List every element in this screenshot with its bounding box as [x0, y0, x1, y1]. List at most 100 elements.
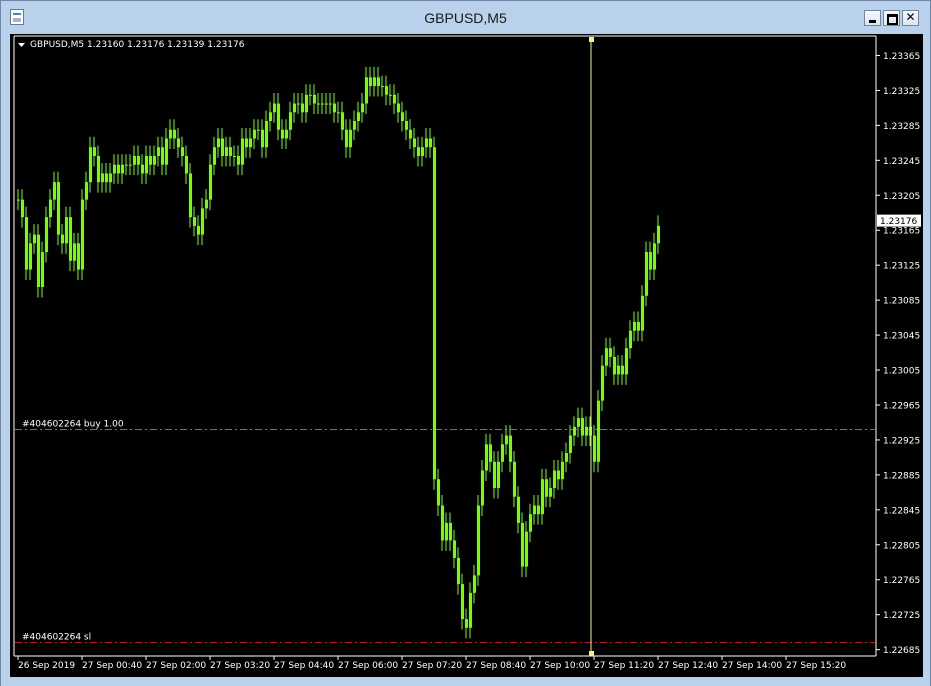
candle-body [41, 252, 44, 288]
chart-header-text: GBPUSD,M5 1.23160 1.23176 1.23139 1.2317… [30, 40, 245, 50]
candle-body [257, 129, 260, 131]
time-tick-label: 26 Sep 2019 [18, 661, 75, 671]
candle-body [301, 103, 304, 113]
candle-body [105, 173, 108, 183]
candle-body [253, 129, 256, 139]
candle-body [657, 225, 660, 244]
candle-body [209, 164, 212, 200]
candle-body [233, 155, 236, 157]
candle-body [197, 225, 200, 235]
maximize-button[interactable] [883, 10, 900, 26]
candle-body [453, 540, 456, 558]
close-button[interactable] [902, 10, 919, 26]
price-tick-label: 1.22925 [883, 436, 920, 446]
candle-body [417, 147, 420, 156]
candle-body [425, 138, 428, 148]
candle-body [497, 461, 500, 488]
candle-body [649, 252, 652, 270]
minimize-button[interactable] [864, 10, 881, 26]
time-tick-label: 27 Sep 00:40 [82, 661, 142, 671]
candle-body [49, 199, 52, 218]
candle-body [241, 138, 244, 165]
candle-body [393, 94, 396, 104]
candle-body [117, 164, 120, 174]
candle-body [81, 199, 84, 270]
candle-body [189, 173, 192, 218]
candle-body [205, 199, 208, 209]
price-tick-label: 1.22725 [883, 611, 920, 621]
candle-body [501, 444, 504, 462]
candle-body [549, 487, 552, 497]
candle-body [517, 496, 520, 523]
candle-body [653, 243, 656, 270]
candle-body [445, 522, 448, 541]
price-chart[interactable]: GBPUSD,M5 1.23160 1.23176 1.23139 1.2317… [10, 34, 923, 677]
time-tick-label: 27 Sep 14:00 [722, 661, 782, 671]
candle-body [161, 147, 164, 165]
candle-body [153, 155, 156, 165]
candle-body [541, 479, 544, 515]
crosshair-top-handle[interactable] [589, 37, 594, 42]
candle-body [133, 155, 136, 165]
candle-body [193, 217, 196, 226]
candle-body [465, 619, 468, 628]
window-bottom-border [1, 677, 930, 686]
candle-body [485, 444, 488, 471]
candle-body [305, 94, 308, 113]
price-tick-label: 1.22805 [883, 541, 920, 551]
price-tick-label: 1.22965 [883, 401, 920, 411]
candle-body [581, 418, 584, 436]
candle-body [521, 522, 524, 567]
candle-body [641, 295, 644, 331]
candle-body [333, 103, 336, 113]
candle-body [25, 217, 28, 270]
candle-body [565, 453, 568, 462]
candle-body [469, 592, 472, 628]
current-price-label: 1.23176 [880, 217, 917, 227]
candle-body [389, 94, 392, 96]
candle-body [293, 103, 296, 113]
candle-body [297, 103, 300, 105]
time-tick-label: 27 Sep 10:00 [530, 661, 590, 671]
candle-body [433, 147, 436, 480]
candle-body [45, 217, 48, 253]
candle-body [409, 129, 412, 139]
candle-body [21, 199, 24, 218]
candle-body [221, 138, 224, 156]
candle-body [481, 470, 484, 506]
candle-body [613, 356, 616, 375]
time-tick-label: 27 Sep 12:40 [658, 661, 718, 671]
candle-body [605, 348, 608, 366]
price-tick-label: 1.23045 [883, 332, 920, 342]
title-bar[interactable]: GBPUSD,M5 [1, 1, 930, 34]
price-tick-label: 1.22885 [883, 471, 920, 481]
candle-body [493, 461, 496, 488]
candle-body [637, 321, 640, 331]
candle-body [157, 147, 160, 156]
candle-body [61, 234, 64, 244]
candle-body [473, 575, 476, 593]
candle-body [385, 86, 388, 95]
crosshair-bottom-handle[interactable] [589, 651, 594, 656]
candle-body [569, 435, 572, 454]
candle-body [289, 112, 292, 130]
candle-body [633, 321, 636, 331]
candle-body [237, 155, 240, 165]
candle-body [457, 557, 460, 585]
candle-body [609, 348, 612, 357]
candle-body [201, 208, 204, 235]
candle-body [273, 103, 276, 113]
candle-body [125, 164, 128, 166]
candle-body [577, 418, 580, 427]
candle-body [329, 103, 332, 105]
candle-body [353, 121, 356, 130]
candle-body [617, 365, 620, 375]
candle-body [505, 435, 508, 445]
candle-body [65, 217, 68, 244]
candle-body [449, 522, 452, 541]
candle-body [57, 182, 60, 235]
candle-body [625, 348, 628, 375]
time-tick-label: 27 Sep 02:00 [146, 661, 206, 671]
chart-canvas[interactable]: GBPUSD,M5 1.23160 1.23176 1.23139 1.2317… [10, 34, 923, 677]
candle-body [525, 531, 528, 567]
